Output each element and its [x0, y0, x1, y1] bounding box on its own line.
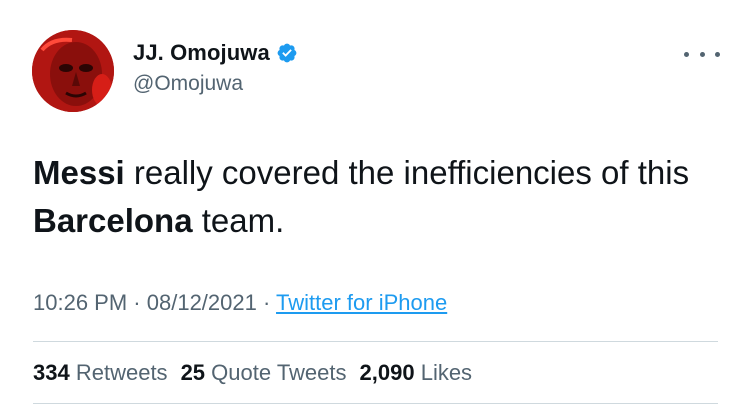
tweet-card: JJ. Omojuwa @Omojuwa Messi really covere… — [0, 0, 750, 408]
tweet-text-segment: team. — [192, 202, 285, 239]
more-dot — [684, 51, 689, 57]
retweets-count: 334 — [33, 360, 70, 385]
quote-tweets-stat[interactable]: 25 Quote Tweets — [181, 360, 347, 385]
likes-label: Likes — [420, 360, 473, 385]
tweet-source-link[interactable]: Twitter for iPhone — [276, 290, 447, 315]
tweet-time[interactable]: 10:26 PM — [33, 290, 127, 315]
avatar-photo-icon — [32, 30, 114, 112]
tweet-stats: 334 Retweets 25 Quote Tweets 2,090 Likes — [33, 360, 485, 386]
tweet-date[interactable]: 08/12/2021 — [147, 290, 257, 315]
author-display-name[interactable]: JJ. Omojuwa — [133, 40, 270, 66]
tweet-text-bold: Messi — [33, 154, 125, 191]
likes-count: 2,090 — [359, 360, 415, 385]
more-dot — [715, 51, 720, 57]
likes-stat[interactable]: 2,090 Likes — [360, 360, 473, 385]
retweets-label: Retweets — [75, 360, 168, 385]
more-dot — [699, 51, 705, 57]
divider — [33, 341, 718, 342]
tweet-meta: 10:26 PM · 08/12/2021 · Twitter for iPho… — [33, 290, 447, 316]
verified-badge-icon — [277, 43, 297, 63]
tweet-text: Messi really covered the inefficiencies … — [33, 149, 723, 245]
retweets-stat[interactable]: 334 Retweets — [33, 360, 168, 385]
meta-separator: · — [133, 290, 141, 315]
author-handle[interactable]: @Omojuwa — [133, 72, 243, 96]
divider — [33, 403, 718, 404]
meta-separator: · — [262, 290, 271, 315]
author-name-row[interactable]: JJ. Omojuwa — [133, 40, 298, 66]
tweet-text-segment: really covered the inefficiencies of thi… — [124, 154, 690, 191]
tweet-text-bold: Barcelona — [33, 202, 193, 239]
quote-tweets-count: 25 — [180, 360, 206, 385]
quote-tweets-label: Quote Tweets — [211, 360, 347, 385]
more-options-icon[interactable] — [684, 44, 720, 64]
avatar[interactable] — [32, 30, 114, 112]
